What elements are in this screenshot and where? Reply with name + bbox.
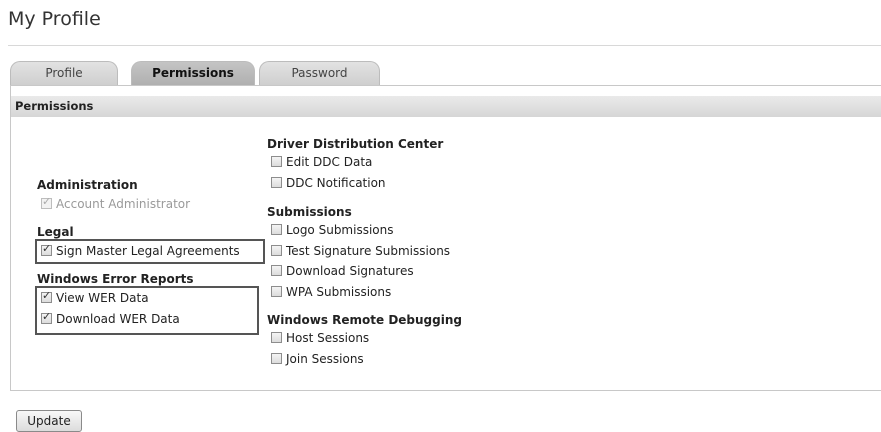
- checkbox-logo-submissions[interactable]: [271, 224, 282, 235]
- checkbox-row-logo-submissions[interactable]: Logo Submissions: [271, 221, 394, 238]
- checkbox-label: Download WER Data: [56, 311, 180, 326]
- checkbox-row-account-administrator: ✓ Account Administrator: [41, 195, 190, 212]
- checkbox-account-administrator: ✓: [41, 195, 52, 209]
- checkbox-download-signatures[interactable]: [271, 265, 282, 276]
- checkbox-label: WPA Submissions: [286, 284, 392, 299]
- tab-password[interactable]: Password: [259, 61, 380, 85]
- checkbox-row-join-sessions[interactable]: Join Sessions: [271, 350, 364, 367]
- checkmark-icon: ✓: [42, 310, 52, 323]
- permissions-panel: Permissions Administration ✓ Account Adm…: [10, 85, 881, 391]
- checkbox-view-wer-data[interactable]: ✓: [41, 289, 52, 303]
- checkbox-test-signature-submissions[interactable]: [271, 245, 282, 256]
- checkbox-label: Sign Master Legal Agreements: [56, 243, 240, 258]
- section-title-remote-debugging: Windows Remote Debugging: [267, 313, 462, 327]
- checkbox-label: Edit DDC Data: [286, 154, 373, 169]
- checkbox-edit-ddc-data[interactable]: [271, 156, 282, 167]
- section-title-wer: Windows Error Reports: [37, 272, 194, 286]
- checkmark-icon: ✓: [42, 242, 52, 255]
- checkbox-row-sign-master-legal-agreements[interactable]: ✓ Sign Master Legal Agreements: [41, 242, 240, 259]
- page-title: My Profile: [8, 8, 101, 30]
- update-button[interactable]: Update: [16, 410, 82, 432]
- title-divider: [8, 45, 881, 46]
- checkmark-icon: ✓: [42, 195, 52, 208]
- checkbox-row-test-signature-submissions[interactable]: Test Signature Submissions: [271, 242, 450, 259]
- checkbox-wpa-submissions[interactable]: [271, 286, 282, 297]
- checkbox-row-download-wer-data[interactable]: ✓ Download WER Data: [41, 310, 180, 327]
- checkbox-label: Host Sessions: [286, 330, 370, 345]
- section-title-legal: Legal: [37, 225, 74, 239]
- checkbox-label: Download Signatures: [286, 263, 414, 278]
- checkbox-row-view-wer-data[interactable]: ✓ View WER Data: [41, 289, 149, 306]
- checkbox-row-download-signatures[interactable]: Download Signatures: [271, 262, 414, 279]
- checkbox-download-wer-data[interactable]: ✓: [41, 310, 52, 324]
- section-title-ddc: Driver Distribution Center: [267, 137, 444, 151]
- section-title-submissions: Submissions: [267, 205, 352, 219]
- checkbox-ddc-notification[interactable]: [271, 177, 282, 188]
- checkbox-row-wpa-submissions[interactable]: WPA Submissions: [271, 283, 391, 300]
- checkbox-label: Test Signature Submissions: [286, 243, 451, 258]
- checkbox-join-sessions[interactable]: [271, 353, 282, 364]
- checkbox-label: Logo Submissions: [286, 222, 394, 237]
- panel-header: Permissions: [11, 96, 881, 117]
- checkbox-host-sessions[interactable]: [271, 332, 282, 343]
- checkbox-row-edit-ddc-data[interactable]: Edit DDC Data: [271, 153, 372, 170]
- checkmark-icon: ✓: [42, 289, 52, 302]
- tab-permissions[interactable]: Permissions: [131, 61, 255, 85]
- checkbox-row-host-sessions[interactable]: Host Sessions: [271, 329, 369, 346]
- checkbox-label: DDC Notification: [286, 175, 386, 190]
- checkbox-label: Join Sessions: [286, 351, 364, 366]
- tab-profile[interactable]: Profile: [10, 61, 118, 85]
- checkbox-label: View WER Data: [56, 290, 149, 305]
- section-title-administration: Administration: [37, 178, 138, 192]
- checkbox-label: Account Administrator: [56, 196, 191, 211]
- checkbox-row-ddc-notification[interactable]: DDC Notification: [271, 174, 386, 191]
- checkbox-sign-master-legal-agreements[interactable]: ✓: [41, 242, 52, 256]
